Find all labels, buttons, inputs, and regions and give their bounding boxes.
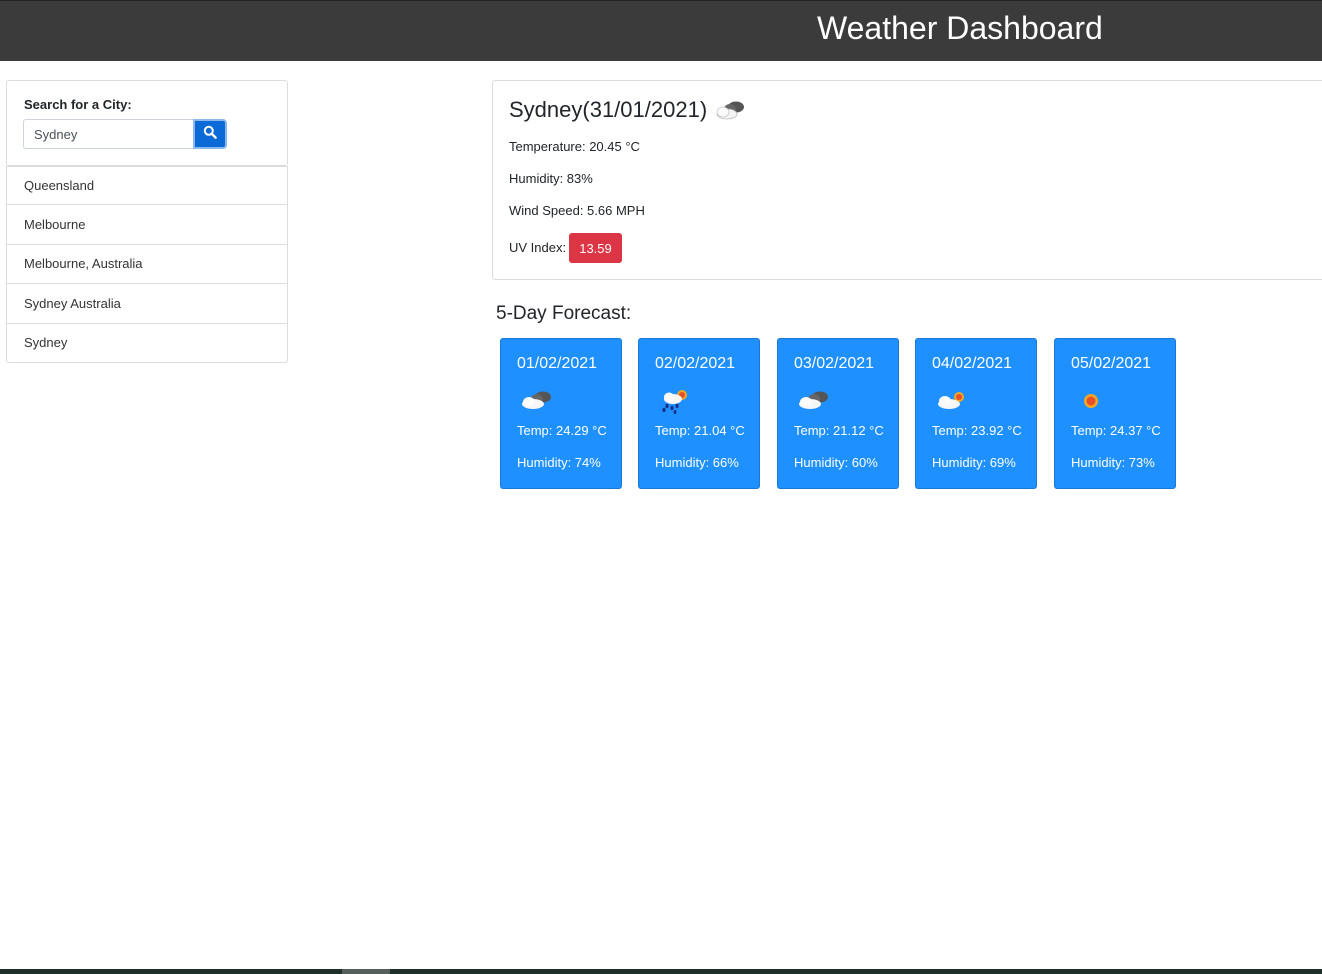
current-city-date: Sydney(31/01/2021) xyxy=(509,97,708,122)
uv-index-label: UV Index: xyxy=(509,240,567,255)
forecast-humidity: Humidity: 69% xyxy=(932,455,1016,470)
search-input[interactable] xyxy=(23,119,193,149)
forecast-humidity: Humidity: 74% xyxy=(517,455,601,470)
forecast-temp: Temp: 24.29 °C xyxy=(517,423,607,438)
search-panel: Search for a City: xyxy=(6,80,288,166)
current-weather-card: Sydney(31/01/2021) Temperature: 20.45 °C… xyxy=(492,80,1322,280)
forecast-temp: Temp: 21.12 °C xyxy=(794,423,884,438)
forecast-card: 01/02/2021 Temp: 24.29 °C Humidity: 74% xyxy=(500,338,622,489)
forecast-date: 05/02/2021 xyxy=(1071,355,1152,372)
sun-icon xyxy=(1071,385,1111,415)
search-history-list: Queensland Melbourne Melbourne, Australi… xyxy=(6,166,288,363)
forecast-date: 03/02/2021 xyxy=(794,355,875,372)
forecast-humidity: Humidity: 73% xyxy=(1071,455,1155,470)
forecast-date: 04/02/2021 xyxy=(932,355,1013,372)
forecast-humidity: Humidity: 66% xyxy=(655,455,739,470)
forecast-temp: Temp: 24.37 °C xyxy=(1071,423,1161,438)
forecast-date: 02/02/2021 xyxy=(655,355,736,372)
history-item-sydney-australia[interactable]: Sydney Australia xyxy=(6,284,288,324)
history-item-melbourne-australia[interactable]: Melbourne, Australia xyxy=(6,244,288,285)
app-header: Weather Dashboard xyxy=(0,0,1322,61)
current-wind-speed: Wind Speed: 5.66 MPH xyxy=(509,203,645,218)
forecast-temp: Temp: 23.92 °C xyxy=(932,423,1022,438)
search-button[interactable] xyxy=(193,119,227,149)
uv-index-badge: 13.59 xyxy=(569,233,622,263)
current-humidity: Humidity: 83% xyxy=(509,171,593,186)
current-temperature: Temperature: 20.45 °C xyxy=(509,139,640,154)
forecast-card: 02/02/2021 Temp: 21.04 °C Humidity: 66% xyxy=(638,338,760,489)
cloudy-icon xyxy=(794,385,834,415)
partly-sunny-icon xyxy=(932,385,972,415)
bottom-taskbar-strip xyxy=(0,969,1322,974)
forecast-date: 01/02/2021 xyxy=(517,355,598,372)
forecast-humidity: Humidity: 60% xyxy=(794,455,878,470)
cloudy-icon xyxy=(517,385,557,415)
cloudy-icon xyxy=(713,97,749,123)
history-item-queensland[interactable]: Queensland xyxy=(6,166,288,206)
history-item-melbourne[interactable]: Melbourne xyxy=(6,205,288,245)
search-icon xyxy=(203,125,217,144)
rain-sun-icon xyxy=(655,385,695,415)
search-label: Search for a City: xyxy=(24,97,132,112)
page-title: Weather Dashboard xyxy=(817,10,1103,46)
history-item-sydney[interactable]: Sydney xyxy=(6,323,288,363)
forecast-card: 04/02/2021 Temp: 23.92 °C Humidity: 69% xyxy=(915,338,1037,489)
forecast-card: 05/02/2021 Temp: 24.37 °C Humidity: 73% xyxy=(1054,338,1176,489)
forecast-heading: 5-Day Forecast: xyxy=(496,303,632,324)
taskbar-active-indicator xyxy=(342,969,390,974)
forecast-temp: Temp: 21.04 °C xyxy=(655,423,745,438)
current-weather-title-row: Sydney(31/01/2021) xyxy=(509,97,749,123)
forecast-card: 03/02/2021 Temp: 21.12 °C Humidity: 60% xyxy=(777,338,899,489)
